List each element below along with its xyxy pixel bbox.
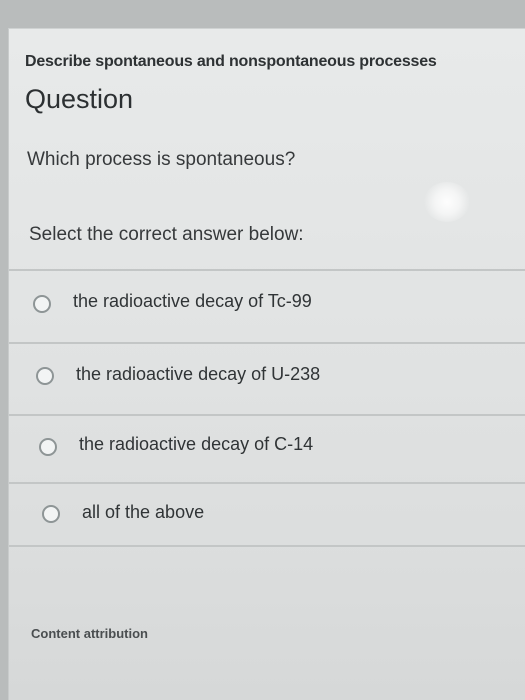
question-text: Which process is spontaneous? bbox=[27, 149, 296, 170]
content-attribution-link[interactable]: Content attribution bbox=[31, 626, 148, 641]
question-card: Describe spontaneous and nonspontaneous … bbox=[8, 28, 525, 700]
answer-option-2[interactable]: the radioactive decay of U-238 bbox=[9, 346, 525, 406]
divider bbox=[9, 545, 525, 547]
page-title: Question bbox=[25, 84, 134, 114]
divider bbox=[9, 269, 525, 271]
answer-instruction: Select the correct answer below: bbox=[29, 224, 304, 245]
answer-option-label: the radioactive decay of Tc-99 bbox=[73, 291, 312, 311]
divider bbox=[9, 482, 525, 484]
answer-option-4[interactable]: all of the above bbox=[9, 486, 525, 546]
answer-option-1[interactable]: the radioactive decay of Tc-99 bbox=[9, 273, 525, 333]
radio-button[interactable] bbox=[36, 367, 54, 385]
answer-option-label: the radioactive decay of U-238 bbox=[76, 364, 321, 384]
divider bbox=[9, 414, 525, 416]
answer-option-label: all of the above bbox=[82, 502, 205, 522]
radio-button[interactable] bbox=[42, 505, 60, 523]
radio-button[interactable] bbox=[39, 438, 57, 456]
answer-option-label: the radioactive decay of C-14 bbox=[79, 434, 314, 454]
radio-button[interactable] bbox=[33, 295, 51, 313]
answer-option-3[interactable]: the radioactive decay of C-14 bbox=[9, 418, 525, 478]
divider bbox=[9, 342, 525, 344]
topic-heading: Describe spontaneous and nonspontaneous … bbox=[25, 53, 437, 70]
